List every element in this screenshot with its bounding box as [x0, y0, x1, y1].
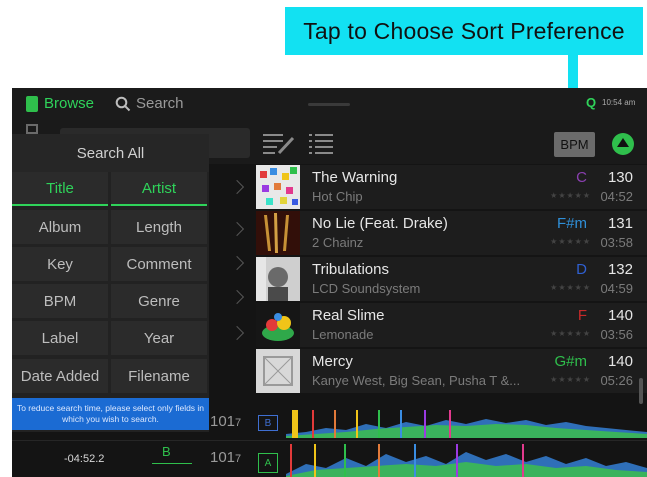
album-art-image: [256, 257, 300, 301]
track-title: Tribulations: [312, 261, 389, 278]
chevron-right-icon[interactable]: [229, 325, 245, 341]
track-rating: ★★★★★: [550, 237, 591, 246]
track-key: F: [577, 307, 587, 324]
search-field-artist[interactable]: Artist: [111, 172, 207, 206]
album-art-image: [256, 165, 300, 209]
browse-tab[interactable]: Browse: [44, 95, 94, 112]
track-length: 03:56: [600, 327, 633, 342]
track-key: D: [576, 261, 587, 278]
track-rating: ★★★★★: [550, 191, 591, 200]
crate-icon[interactable]: [26, 124, 38, 134]
chevron-right-icon[interactable]: [229, 289, 245, 305]
search-field-date-added[interactable]: Date Added: [12, 359, 108, 393]
browse-icon[interactable]: [26, 96, 38, 112]
search-field-year[interactable]: Year: [111, 321, 207, 355]
track-key: F#m: [557, 215, 587, 232]
album-art-image: [256, 211, 300, 255]
chevron-right-icon[interactable]: [229, 221, 245, 237]
track-title: No Lie (Feat. Drake): [312, 215, 448, 232]
track-artist: 2 Chainz: [312, 235, 364, 250]
track-list-scrollbar[interactable]: [639, 378, 643, 404]
search-tab[interactable]: Search: [136, 95, 184, 112]
track-artist: LCD Soundsystem: [312, 281, 421, 296]
top-bar: Browse Search Q 10:54 am: [12, 88, 647, 120]
search-field-label[interactable]: Label: [12, 321, 108, 355]
track-bpm: 140: [607, 307, 633, 324]
list-view-icon[interactable]: [309, 133, 333, 155]
album-art-image: [256, 303, 300, 347]
track-row[interactable]: Tribulations LCD Soundsystem D ★★★★★ 132…: [256, 257, 647, 301]
track-length: 04:59: [600, 281, 633, 296]
deck-b-badge[interactable]: B: [258, 415, 278, 431]
track-artist: Hot Chip: [312, 189, 363, 204]
clock: 10:54 am: [602, 98, 636, 107]
search-field-album[interactable]: Album: [12, 210, 108, 244]
track-rating: ★★★★★: [550, 283, 591, 292]
track-length: 04:52: [600, 189, 633, 204]
sort-preference-callout: Tap to Choose Sort Preference: [285, 7, 643, 55]
device-screen: Browse Search Q 10:54 am BPM The Warning…: [12, 88, 647, 477]
search-icon[interactable]: [115, 96, 131, 112]
track-bpm: 132: [607, 261, 633, 278]
track-title: Mercy: [312, 353, 353, 370]
track-title: Real Slime: [312, 307, 385, 324]
search-all-panel: Search All Title Artist Album Length Key…: [12, 134, 209, 432]
track-rating: ★★★★★: [550, 329, 591, 338]
sort-preference-button[interactable]: BPM: [554, 132, 595, 157]
deck-a-bpm: 1017: [210, 449, 242, 466]
deck-a-badge[interactable]: A: [258, 453, 278, 473]
search-field-filename[interactable]: Filename: [111, 359, 207, 393]
search-tip-note: To reduce search time, please select onl…: [12, 398, 209, 430]
track-row[interactable]: No Lie (Feat. Drake) 2 Chainz F#m ★★★★★ …: [256, 211, 647, 255]
track-key: C: [576, 169, 587, 186]
track-title: The Warning: [312, 169, 398, 186]
deck-a-key: B: [162, 444, 171, 459]
track-key: G#m: [554, 353, 587, 370]
track-bpm: 131: [607, 215, 633, 232]
pull-handle[interactable]: [308, 103, 350, 106]
chevron-right-icon[interactable]: [229, 179, 245, 195]
quantize-indicator: Q: [586, 95, 597, 110]
track-artist: Kanye West, Big Sean, Pusha T &...: [312, 373, 521, 388]
track-row[interactable]: Mercy Kanye West, Big Sean, Pusha T &...…: [256, 349, 647, 393]
track-rating: ★★★★★: [550, 375, 591, 384]
search-field-key[interactable]: Key: [12, 247, 108, 281]
search-all-header[interactable]: Search All: [12, 134, 209, 172]
track-artist: Lemonade: [312, 327, 374, 342]
deck-a-waveform[interactable]: [286, 444, 647, 477]
deck-divider: [12, 440, 647, 441]
track-bpm: 140: [607, 353, 633, 370]
deck-b-waveform[interactable]: [286, 410, 647, 438]
deck-b-bpm: 1017: [210, 413, 242, 430]
sort-direction-up-icon[interactable]: [612, 133, 634, 155]
edit-list-icon[interactable]: [263, 133, 297, 155]
search-field-genre[interactable]: Genre: [111, 284, 207, 318]
album-art-image: [256, 349, 300, 393]
track-row[interactable]: Real Slime Lemonade F ★★★★★ 140 03:56: [256, 303, 647, 347]
search-field-title[interactable]: Title: [12, 172, 108, 206]
chevron-right-icon[interactable]: [229, 255, 245, 271]
search-field-bpm[interactable]: BPM: [12, 284, 108, 318]
track-bpm: 130: [607, 169, 633, 186]
deck-a-time: -04:52.2: [64, 453, 105, 465]
track-length: 03:58: [600, 235, 633, 250]
track-row[interactable]: The Warning Hot Chip C ★★★★★ 130 04:52: [256, 165, 647, 209]
search-field-comment[interactable]: Comment: [111, 247, 207, 281]
search-field-length[interactable]: Length: [111, 210, 207, 244]
track-length: 05:26: [600, 373, 633, 388]
track-list: The Warning Hot Chip C ★★★★★ 130 04:52 N…: [256, 165, 647, 405]
deck-a-key-underline: [152, 463, 192, 464]
